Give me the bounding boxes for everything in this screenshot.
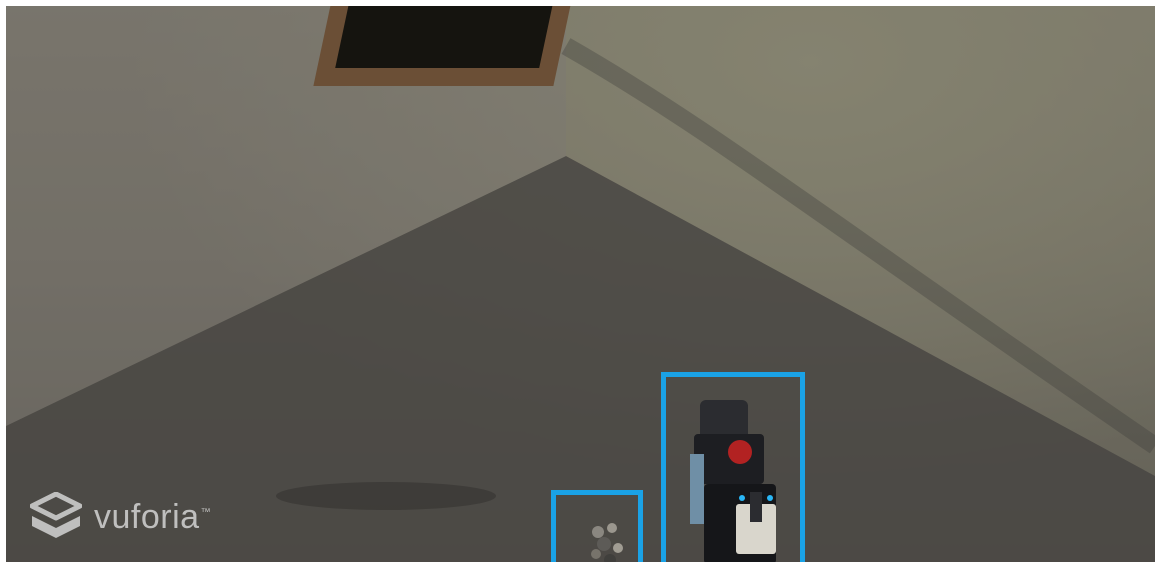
vuforia-logo-icon [30,492,82,538]
ceiling-background [6,6,1155,562]
vuforia-watermark: vuforia™ [30,492,211,542]
detection-box-drone [551,490,643,562]
vuforia-wordmark: vuforia™ [94,497,212,536]
ceiling-picture-frame [313,6,575,86]
picture-frame-inner [335,6,553,68]
trademark-symbol: ™ [200,507,212,519]
floor-reflection [276,482,496,510]
ar-camera-view: vuforia™ [6,6,1155,562]
detection-box-gun [661,372,805,562]
